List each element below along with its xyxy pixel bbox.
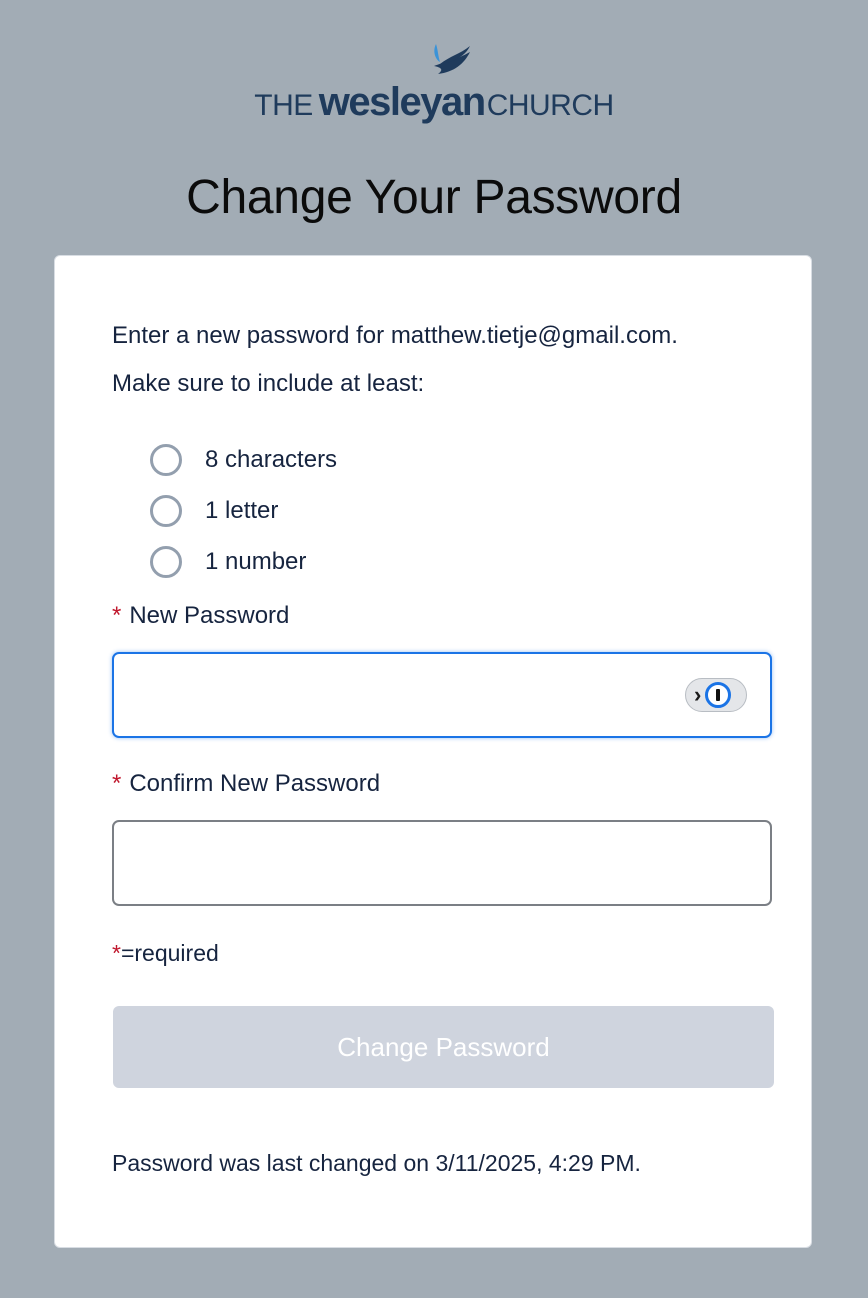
required-note-text: =required (120, 940, 219, 966)
logo-wesleyan: wesleyan (318, 80, 486, 124)
required-asterisk: * (112, 602, 122, 629)
new-password-label-text: New Password (129, 602, 290, 629)
password-manager-button[interactable]: › (685, 678, 747, 712)
last-changed-text: Password was last changed on 3/11/2025, … (112, 1150, 641, 1176)
password-requirements-list: 8 characters 1 letter 1 number (150, 434, 337, 587)
new-password-input[interactable] (112, 652, 772, 738)
wesleyan-church-logo: THE wesleyanCHURCH (0, 38, 868, 125)
password-manager-key-icon (705, 682, 732, 708)
requirement-item: 1 letter (150, 485, 337, 536)
unchecked-circle-icon (150, 443, 182, 476)
requirements-heading: Make sure to include at least: (112, 370, 425, 397)
change-password-page: THE wesleyanCHURCH Change Your Password E… (0, 0, 868, 1298)
intro-suffix: . (671, 322, 678, 349)
required-note: *=required (112, 940, 219, 967)
change-password-button[interactable]: Change Password (113, 1006, 774, 1088)
page-title: Change Your Password (186, 171, 682, 224)
logo-the: THE (254, 89, 313, 122)
required-asterisk: * (112, 940, 121, 966)
logo-wordmark: THE wesleyanCHURCH (0, 80, 868, 125)
change-password-card: Enter a new password for matthew.tietje@… (54, 255, 812, 1248)
logo-church: CHURCH (486, 89, 615, 122)
flame-logo-icon (434, 44, 470, 74)
confirm-password-label-text: Confirm New Password (129, 770, 381, 797)
account-email: matthew.tietje@gmail.com (390, 322, 672, 349)
confirm-password-label: * Confirm New Password (112, 770, 380, 798)
confirm-password-input[interactable] (112, 820, 772, 906)
intro-prefix: Enter a new password for (112, 322, 391, 349)
new-password-label: * New Password (112, 602, 289, 630)
required-asterisk: * (112, 770, 122, 797)
requirement-label: 1 number (205, 547, 307, 575)
unchecked-circle-icon (150, 494, 182, 527)
chevron-right-icon: › (694, 682, 702, 707)
unchecked-circle-icon (150, 545, 182, 578)
requirement-item: 1 number (150, 536, 337, 587)
requirement-label: 8 characters (205, 445, 338, 473)
requirement-label: 1 letter (205, 496, 279, 524)
intro-text: Enter a new password for matthew.tietje@… (112, 322, 678, 350)
requirement-item: 8 characters (150, 434, 337, 485)
